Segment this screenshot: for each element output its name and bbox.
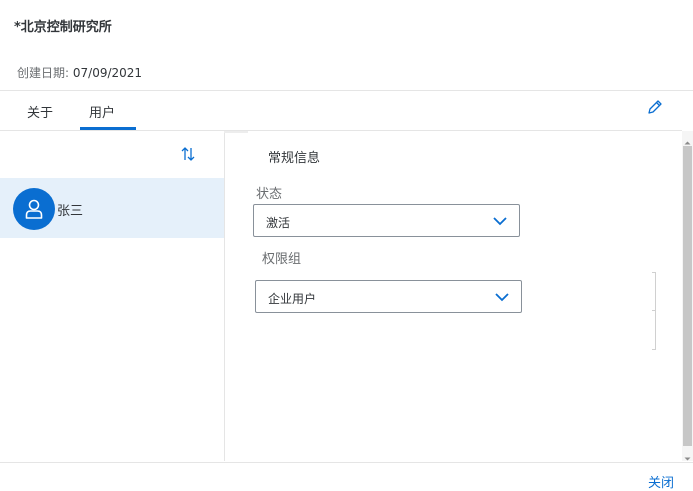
permission-group-value: 企业用户 bbox=[268, 292, 317, 306]
header-divider bbox=[0, 90, 693, 91]
person-icon bbox=[25, 199, 43, 219]
list-item-name: 张三 bbox=[57, 204, 84, 219]
avatar bbox=[13, 188, 55, 230]
created-date-label: 创建日期: bbox=[17, 66, 70, 80]
group-bracket-mid bbox=[652, 310, 655, 311]
group-bracket bbox=[651, 272, 656, 350]
created-date-value: 07/09/2021 bbox=[72, 66, 143, 80]
tab-users[interactable]: 用户 bbox=[89, 102, 115, 121]
status-label: 状态 bbox=[256, 187, 283, 202]
footer-divider bbox=[0, 462, 693, 463]
created-date: 创建日期: 07/09/2021 bbox=[17, 64, 142, 81]
scroll-up-icon[interactable] bbox=[683, 133, 692, 145]
chevron-down-icon bbox=[493, 217, 507, 226]
permission-group-label: 权限组 bbox=[262, 252, 302, 267]
pane-divider-shade bbox=[224, 131, 248, 133]
pencil-icon[interactable] bbox=[646, 98, 664, 116]
close-button[interactable]: 关闭 bbox=[648, 472, 674, 491]
sort-icon[interactable] bbox=[178, 144, 198, 164]
chevron-down-icon bbox=[495, 293, 509, 302]
status-value: 激活 bbox=[266, 216, 291, 230]
scroll-down-icon[interactable] bbox=[683, 449, 692, 461]
section-title: 常规信息 bbox=[268, 151, 321, 166]
page-title: *北京控制研究所 bbox=[14, 20, 112, 35]
status-select[interactable]: 激活 bbox=[253, 204, 520, 237]
permission-group-select[interactable]: 企业用户 bbox=[255, 280, 522, 313]
tab-about[interactable]: 关于 bbox=[27, 102, 53, 121]
scrollbar-thumb[interactable] bbox=[683, 146, 692, 446]
